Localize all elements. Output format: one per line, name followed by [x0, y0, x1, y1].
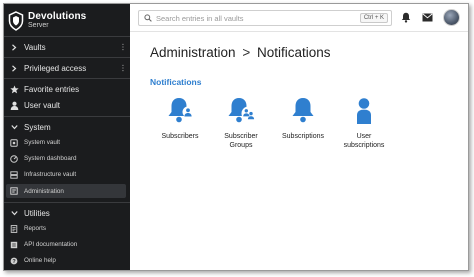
tile-subscriptions[interactable]: Subscriptions: [271, 95, 335, 142]
sidebar-item-label: Online help: [24, 257, 56, 264]
tile-subscriber-groups[interactable]: Subscriber Groups: [209, 95, 273, 150]
dashboard-icon: [8, 154, 20, 163]
tile-user-subscriptions[interactable]: User subscriptions: [332, 95, 396, 150]
sidebar-item-label: Vaults: [24, 42, 46, 52]
more-options-icon[interactable]: ⋮: [119, 43, 127, 52]
chevron-down-icon: [8, 124, 20, 130]
sidebar-item-label: System vault: [24, 139, 61, 146]
bell-users-icon: [228, 98, 256, 123]
divider: [4, 36, 130, 37]
sidebar: Devolutions Server Vaults ⋮ Privileged a…: [4, 4, 130, 270]
tile-label: Subscriber Groups: [224, 133, 258, 149]
sidebar-item-system-dashboard[interactable]: System dashboard: [4, 152, 130, 165]
sidebar-item-online-help[interactable]: ? Online help: [4, 254, 130, 267]
sidebar-item-system[interactable]: System: [4, 120, 130, 134]
divider: [4, 116, 130, 117]
more-options-icon[interactable]: ⋮: [119, 64, 127, 73]
sidebar-item-label: Infrastructure vault: [24, 171, 77, 178]
search-icon: [144, 14, 152, 22]
section-title: Notifications: [150, 77, 202, 87]
sidebar-item-reports[interactable]: Reports: [4, 222, 130, 235]
devolutions-shield-icon: [8, 11, 24, 31]
administration-icon: [8, 187, 20, 195]
chevron-down-icon: [8, 210, 20, 216]
server-icon: [8, 170, 20, 179]
vault-icon: [8, 138, 20, 147]
sidebar-item-label: Utilities: [24, 208, 50, 218]
main-content: Administration > Notifications Notificat…: [130, 33, 468, 270]
sidebar-item-label: User vault: [24, 100, 61, 110]
user-icon: [8, 101, 20, 110]
divider: [4, 202, 130, 203]
divider: [4, 57, 130, 58]
sidebar-item-vaults[interactable]: Vaults ⋮: [4, 39, 130, 55]
sidebar-item-favorite-entries[interactable]: Favorite entries: [4, 82, 130, 96]
sidebar-item-label: System: [24, 122, 51, 132]
page-title: Administration > Notifications: [150, 45, 331, 60]
sidebar-item-infrastructure-vault[interactable]: Infrastructure vault: [4, 168, 130, 181]
bell-icon: [292, 98, 314, 123]
sidebar-item-label: Privileged access: [24, 63, 87, 73]
user-avatar[interactable]: [443, 9, 460, 26]
sidebar-item-administration[interactable]: Administration: [6, 184, 126, 198]
brand-name: Devolutions: [28, 11, 87, 22]
sidebar-item-api-documentation[interactable]: API documentation: [4, 238, 130, 251]
help-icon: ?: [8, 257, 20, 265]
sidebar-item-privileged-access[interactable]: Privileged access ⋮: [4, 60, 130, 76]
sidebar-item-label: System dashboard: [24, 155, 77, 162]
sidebar-item-utilities[interactable]: Utilities: [4, 206, 130, 220]
tile-label: Subscriptions: [281, 133, 325, 140]
sidebar-item-label: API documentation: [24, 241, 78, 248]
star-icon: [8, 84, 20, 94]
search-input[interactable]: [156, 13, 346, 23]
search-box[interactable]: Ctrl + K: [138, 10, 392, 26]
breadcrumb-administration[interactable]: Administration: [150, 45, 236, 60]
sidebar-item-label: Favorite entries: [24, 84, 80, 94]
breadcrumb-chevron: >: [242, 45, 251, 60]
sidebar-item-system-vault[interactable]: System vault: [4, 136, 130, 149]
search-shortcut-badge: Ctrl + K: [359, 13, 388, 23]
chevron-right-icon: [8, 43, 20, 51]
tile-label: Subscribers: [161, 133, 199, 140]
mail-icon[interactable]: [422, 13, 433, 22]
app-window: Devolutions Server Vaults ⋮ Privileged a…: [3, 3, 469, 271]
brand-subname: Server: [28, 22, 49, 29]
divider: [4, 78, 130, 79]
tile-subscribers[interactable]: Subscribers: [148, 95, 212, 142]
brand-logo[interactable]: Devolutions Server: [8, 9, 86, 33]
sidebar-item-user-vault[interactable]: User vault: [4, 98, 130, 112]
breadcrumb-current: Notifications: [256, 45, 331, 60]
user-icon: [357, 98, 371, 124]
sidebar-item-label: Reports: [24, 225, 47, 232]
notification-bell-icon[interactable]: [401, 12, 411, 23]
sidebar-item-label: Administration: [24, 187, 64, 195]
tile-label: User subscriptions: [343, 133, 385, 149]
chevron-right-icon: [8, 64, 20, 72]
top-bar: Ctrl + K: [130, 4, 468, 32]
report-icon: [8, 224, 20, 233]
api-doc-icon: [8, 241, 20, 249]
bell-user-icon: [168, 98, 194, 123]
